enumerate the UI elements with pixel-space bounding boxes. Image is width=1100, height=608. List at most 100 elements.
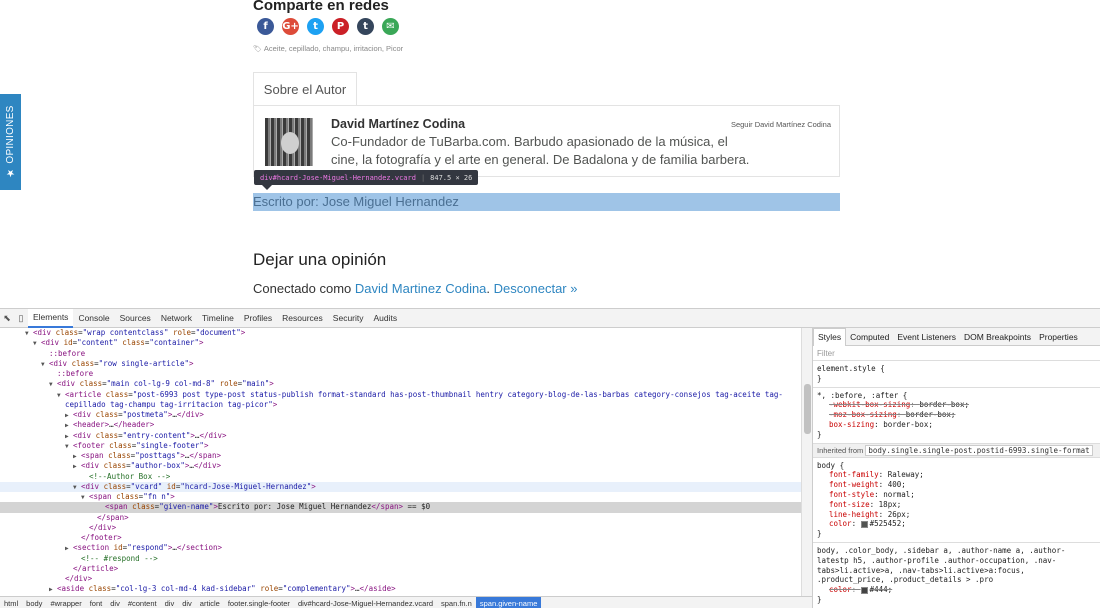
css-rule[interactable]: body, .color_body, .sidebar a, .author-n…	[813, 543, 1100, 608]
dom-node-markup: <!-- #respond -->	[81, 553, 158, 563]
dom-node-markup: <header>…</header>	[73, 420, 155, 430]
page-viewport: ★ OPINIONES Comparte en redes f G+ t Pt ✉ 🏷 A…	[0, 0, 1100, 308]
breadcrumb-item[interactable]: article	[196, 597, 224, 608]
author-follow-link[interactable]: Seguir David Martínez Codina	[731, 120, 831, 129]
css-property[interactable]: font-size: 18px;	[817, 500, 1096, 510]
breadcrumb-item[interactable]: span.fn.n	[437, 597, 476, 608]
twitter-icon[interactable]: t	[307, 18, 324, 35]
breadcrumb-item[interactable]: div	[106, 597, 124, 608]
breadcrumb-item[interactable]: #wrapper	[46, 597, 85, 608]
inspect-element-icon[interactable]: ⬉	[0, 309, 14, 328]
dom-node-markup: </footer>	[81, 533, 122, 542]
dom-node-line[interactable]: </span>	[0, 513, 812, 523]
css-rule[interactable]: *, :before, :after {-webkit-box-sizing: …	[813, 388, 1100, 444]
breadcrumb-item[interactable]: html	[0, 597, 22, 608]
css-property[interactable]: color: #525452;	[817, 519, 1096, 529]
inherited-target[interactable]: body.single.single-post.postid-6993.sing…	[865, 444, 1093, 456]
dom-node-line[interactable]: ▼ <span class="fn n">	[0, 492, 812, 502]
css-rule-close: }	[817, 429, 822, 439]
dom-node-line[interactable]: ▶ <div class="entry-content">…</div>	[0, 431, 812, 441]
css-property[interactable]: box-sizing: border-box;	[817, 420, 1096, 430]
tab-sobre-el-autor[interactable]: Sobre el Autor	[253, 72, 357, 106]
dom-node-line[interactable]: ▼ <article class="post-6993 post type-pos…	[0, 390, 812, 400]
css-property[interactable]: -webkit-box-sizing: border-box;	[817, 400, 1096, 410]
breadcrumb-item[interactable]: font	[86, 597, 107, 608]
dom-node-line[interactable]: cepillado tag-champu tag-irritacion tag-…	[0, 400, 812, 410]
css-property[interactable]: line-height: 26px;	[817, 510, 1096, 520]
breadcrumb-item[interactable]: div#hcard-Jose-Miguel-Hernandez.vcard	[294, 597, 437, 608]
dom-node-line[interactable]: <!--Author Box -->	[0, 472, 812, 482]
dom-node-line[interactable]: ::before	[0, 349, 812, 359]
dom-node-line[interactable]: ▶ <section id="respond">…</section>	[0, 543, 812, 553]
dom-node-line[interactable]: ▶ <div class="author-box">…</div>	[0, 461, 812, 471]
opiniones-side-tab[interactable]: ★ OPINIONES	[0, 94, 21, 190]
styles-tab-computed[interactable]: Computed	[846, 328, 893, 346]
css-rule[interactable]: body {font-family: Raleway; font-weight: …	[813, 458, 1100, 543]
color-swatch[interactable]	[860, 520, 868, 528]
tab-profiles[interactable]: Profiles	[239, 309, 277, 328]
dom-scroll-thumb[interactable]	[804, 384, 811, 434]
pinterest-icon[interactable]: P	[332, 18, 349, 35]
dom-node-line[interactable]: ▼ <div class="row single-article">	[0, 359, 812, 369]
dom-scrollbar[interactable]	[801, 328, 812, 597]
css-property[interactable]: font-family: Raleway;	[817, 470, 1096, 480]
tab-console[interactable]: Console	[73, 309, 114, 328]
expand-toggle-icon[interactable]: ▶	[49, 585, 57, 595]
dom-node-line[interactable]: ::before	[0, 369, 812, 379]
dom-node-line[interactable]: ▼ <div class="main col-lg-9 col-md-8" rol…	[0, 379, 812, 389]
css-property[interactable]: color: #444;	[817, 585, 1096, 595]
styles-tab-event-listeners[interactable]: Event Listeners	[893, 328, 960, 346]
dom-node-markup: <span class="fn n">	[89, 492, 175, 501]
tab-security[interactable]: Security	[328, 309, 369, 328]
breadcrumb-item[interactable]: body	[22, 597, 46, 608]
dom-node-line[interactable]: ▶ <aside class="col-lg-3 col-md-4 kad-sid…	[0, 584, 812, 594]
styles-filter-input[interactable]: Filter	[813, 346, 1100, 361]
dom-node-line[interactable]: ▼ <div class="vcard" id="hcard-Jose-Migue…	[0, 481, 812, 492]
css-property[interactable]: font-style: normal;	[817, 490, 1096, 500]
dom-node-line[interactable]: </footer>	[0, 533, 812, 543]
dom-node-line[interactable]: </article>	[0, 564, 812, 574]
tumblr-icon[interactable]: t	[357, 18, 374, 35]
facebook-icon[interactable]: f	[257, 18, 274, 35]
dom-node-markup: <div class="author-box">…</div>	[81, 461, 221, 471]
dom-node-markup: ::before	[49, 348, 86, 358]
dom-node-line[interactable]: ▶ <div class="postmeta">…</div>	[0, 410, 812, 420]
breadcrumb-item[interactable]: #content	[124, 597, 161, 608]
device-mode-icon[interactable]: ▯	[14, 309, 28, 328]
dom-node-line[interactable]: ▼ <div id="content" class="container">	[0, 338, 812, 348]
dom-node-line[interactable]: </div>	[0, 574, 812, 584]
dom-node-markup: <section id="respond">…</section>	[73, 543, 223, 553]
css-property[interactable]: font-weight: 400;	[817, 480, 1096, 490]
logged-in-user-link[interactable]: David Martinez Codina	[355, 281, 487, 296]
breadcrumb-item[interactable]: div	[178, 597, 196, 608]
style-rules: element.style {} *, :before, :after {-web…	[813, 361, 1100, 444]
tab-network[interactable]: Network	[156, 309, 197, 328]
google-plus-icon[interactable]: G+	[282, 18, 299, 35]
tab-audits[interactable]: Audits	[369, 309, 403, 328]
dom-node-line[interactable]: ▶ <span class="posttags">…</span>	[0, 451, 812, 461]
tab-resources[interactable]: Resources	[277, 309, 328, 328]
tab-sources[interactable]: Sources	[115, 309, 156, 328]
tab-elements[interactable]: Elements	[28, 308, 74, 328]
dom-node-line[interactable]: ▼ <div class="wrap contentclass" role="do…	[0, 328, 812, 338]
email-icon[interactable]: ✉	[382, 18, 399, 35]
styles-tab-properties[interactable]: Properties	[1035, 328, 1082, 346]
breadcrumb-item[interactable]: span.given-name	[475, 597, 542, 608]
styles-tab-dom-breakpoints[interactable]: DOM Breakpoints	[960, 328, 1035, 346]
inherited-label: Inherited from	[817, 445, 864, 455]
dom-node-line[interactable]: ▶ <header>…</header>	[0, 420, 812, 430]
css-property[interactable]: -moz-box-sizing: border-box;	[817, 410, 1096, 420]
dom-node-line[interactable]: </div>	[0, 523, 812, 533]
dom-node-line[interactable]: <span class="given-name">Escrito por: Jo…	[0, 502, 812, 513]
dom-node-line[interactable]: ▼ <footer class="single-footer">	[0, 441, 812, 451]
css-rule[interactable]: element.style {}	[813, 361, 1100, 388]
tab-timeline[interactable]: Timeline	[197, 309, 239, 328]
breadcrumb-item[interactable]: div	[161, 597, 179, 608]
color-swatch[interactable]	[860, 586, 868, 594]
dom-tree[interactable]: ▼ <div class="wrap contentclass" role="do…	[0, 328, 812, 597]
logout-link[interactable]: Desconectar »	[494, 281, 578, 296]
tags-text[interactable]: Aceite, cepillado, champu, irritacion, P…	[264, 44, 403, 53]
styles-tab-styles[interactable]: Styles	[813, 328, 847, 346]
dom-node-line[interactable]: <!-- #respond -->	[0, 554, 812, 564]
breadcrumb-item[interactable]: footer.single-footer	[224, 597, 294, 608]
